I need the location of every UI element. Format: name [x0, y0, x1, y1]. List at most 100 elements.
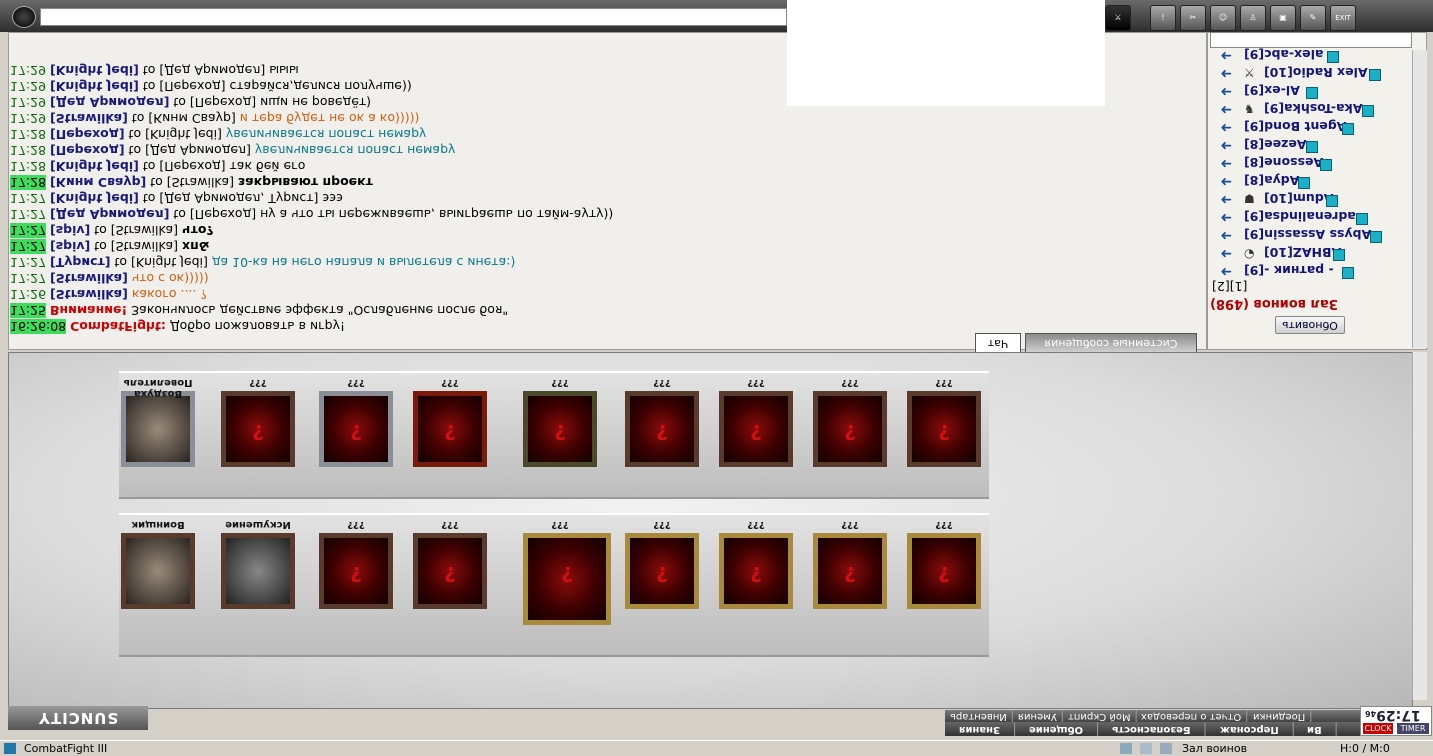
chat-nick[interactable]: [Кинм Сваур]: [50, 175, 146, 190]
transfer-arrow-icon[interactable]: ➜: [1212, 192, 1232, 208]
chat-nick[interactable]: [Дед Аримодел]: [50, 207, 169, 222]
chat-recipient[interactable]: to [Knight Jedi]: [114, 255, 207, 270]
chat-recipient[interactable]: to [Strawilka]: [94, 239, 178, 254]
transfer-arrow-icon[interactable]: ➜: [1212, 138, 1232, 154]
transfer-arrow-icon[interactable]: ➜: [1212, 156, 1232, 172]
player-name[interactable]: Aessone[8]: [1244, 155, 1323, 170]
command-icon[interactable]: [12, 6, 36, 28]
player-info-icon[interactable]: [1361, 105, 1374, 117]
player-slot[interactable]: [907, 533, 981, 609]
chat-nick[interactable]: [Турист]: [50, 255, 110, 270]
player-row[interactable]: ➜ ⚔ Alex Radio[10]: [1212, 65, 1412, 83]
command-input[interactable]: [40, 8, 787, 26]
players-pager[interactable]: [1][2]: [1212, 279, 1247, 294]
transfer-arrow-icon[interactable]: ➜: [1212, 210, 1232, 226]
exit-button[interactable]: EXIT: [1330, 5, 1356, 31]
player-info-icon[interactable]: [1341, 123, 1354, 135]
player-slot[interactable]: [221, 533, 295, 609]
player-slot[interactable]: [319, 533, 393, 609]
player-info-icon[interactable]: [1320, 159, 1332, 171]
tab-chat[interactable]: Чат: [975, 333, 1021, 353]
chat-recipient[interactable]: to [Переход]: [143, 159, 226, 174]
player-name[interactable]: Aka-Toshka[9]: [1264, 101, 1362, 116]
player-info-icon[interactable]: [1305, 87, 1318, 99]
player-row[interactable]: ➜ ☗ Adum[10]: [1212, 191, 1412, 209]
menu-item[interactable]: Знания: [945, 722, 1016, 736]
menu-item[interactable]: Инвентарь: [945, 710, 1013, 722]
info-icon[interactable]: !: [1150, 5, 1176, 31]
player-slot[interactable]: [523, 533, 611, 625]
chat-recipient[interactable]: to [Knight Jedi]: [129, 127, 222, 142]
chat-nick[interactable]: Внимание!: [50, 303, 127, 318]
chat-recipient[interactable]: to [Кинм Сваур]: [132, 111, 236, 126]
menu-item[interactable]: Отчет о переводах: [1136, 710, 1248, 722]
player-slot[interactable]: [625, 391, 699, 467]
player-slot[interactable]: [813, 391, 887, 467]
transfer-arrow-icon[interactable]: ➜: [1212, 48, 1232, 64]
tab-system[interactable]: Системные сообщения: [1025, 333, 1197, 353]
chat-nick[interactable]: [Переход]: [50, 127, 125, 142]
group-icon[interactable]: ☺: [1210, 5, 1236, 31]
player-slot[interactable]: [719, 533, 793, 609]
chat-recipient[interactable]: to [Дед Аримодел, Турист]: [143, 191, 319, 206]
player-info-icon[interactable]: [1325, 195, 1338, 207]
list-slider[interactable]: [1210, 32, 1412, 48]
menu-item[interactable]: Безопасность: [1098, 722, 1206, 736]
player-row[interactable]: ➜ ♞ Aka-Toshka[9]: [1212, 101, 1412, 119]
player-info-icon[interactable]: [1370, 231, 1383, 243]
chat-nick[interactable]: [spiv]: [50, 223, 90, 238]
status-icon-2[interactable]: [1140, 743, 1152, 754]
arena-scrollbar[interactable]: [1412, 352, 1427, 700]
player-info-icon[interactable]: [1341, 267, 1354, 279]
chat-recipient[interactable]: to [Дед Аримодел]: [143, 63, 265, 78]
chat-recipient[interactable]: to [Переход]: [173, 95, 256, 110]
chat-recipient[interactable]: to [Strawilka]: [150, 175, 234, 190]
player-slot[interactable]: [121, 533, 195, 609]
player-row[interactable]: ➜ Adya[8]: [1212, 173, 1412, 191]
menu-item[interactable]: Мой Скрипт: [1062, 710, 1137, 722]
player-slot[interactable]: [221, 391, 295, 467]
player-row[interactable]: ➜ alex-abc[9]: [1212, 47, 1412, 65]
chat-nick[interactable]: [Knight Jedi]: [50, 79, 139, 94]
player-name[interactable]: Adum[10]: [1264, 191, 1333, 206]
chat-nick[interactable]: [Knight Jedi]: [50, 191, 139, 206]
player-name[interactable]: Agent Bond[9]: [1244, 119, 1346, 134]
chat-recipient[interactable]: to [Переход]: [143, 79, 226, 94]
transfer-arrow-icon[interactable]: ➜: [1212, 246, 1232, 262]
player-info-icon[interactable]: [1368, 69, 1381, 81]
menu-item[interactable]: Поединки: [1247, 710, 1311, 722]
player-slot[interactable]: [523, 391, 597, 467]
player-row[interactable]: ➜ ◔ ABHAZ[10]: [1212, 245, 1412, 263]
player-slot[interactable]: [813, 533, 887, 609]
player-row[interactable]: ➜ Agent Bond[9]: [1212, 119, 1412, 137]
player-name[interactable]: Abyss Assassin[9]: [1244, 227, 1371, 242]
transfer-arrow-icon[interactable]: ➜: [1212, 174, 1232, 190]
chat-nick[interactable]: [Переход]: [50, 143, 125, 158]
player-row[interactable]: ➜ Al-ex[9]: [1212, 83, 1412, 101]
player-info-icon[interactable]: [1298, 177, 1311, 189]
chat-nick[interactable]: [Strawilka]: [50, 111, 128, 126]
status-icon-1[interactable]: [1120, 743, 1132, 754]
menu-item[interactable]: Ви: [1293, 722, 1337, 736]
chat-nick[interactable]: [Strawilka]: [50, 271, 128, 286]
chat-nick[interactable]: [spiv]: [50, 239, 90, 254]
chat-nick[interactable]: [Knight Jedi]: [50, 63, 139, 78]
player-info-icon[interactable]: [1305, 141, 1318, 153]
character-icon[interactable]: ♙: [1240, 5, 1266, 31]
player-slot[interactable]: [121, 391, 195, 467]
window-icon[interactable]: ▣: [1270, 5, 1296, 31]
player-name[interactable]: Al-ex[9]: [1244, 83, 1300, 98]
player-info-icon[interactable]: [1327, 51, 1340, 63]
timer-tab[interactable]: TIMER: [1397, 723, 1429, 734]
player-slot[interactable]: [413, 391, 487, 467]
chat-nick[interactable]: [Дед Аримодел]: [50, 95, 169, 110]
transfer-arrow-icon[interactable]: ➜: [1212, 120, 1232, 136]
player-slot[interactable]: [625, 533, 699, 609]
player-slot[interactable]: [907, 391, 981, 467]
player-row[interactable]: ➜ Aessone[8]: [1212, 155, 1412, 173]
player-name[interactable]: Aezee[8]: [1244, 137, 1307, 152]
menu-item[interactable]: Умения: [1012, 710, 1063, 722]
clock-tab[interactable]: CLOCK: [1363, 723, 1393, 734]
fight-icon[interactable]: ⚔: [1105, 5, 1131, 31]
chat-nick[interactable]: CombatFight:: [70, 319, 166, 334]
